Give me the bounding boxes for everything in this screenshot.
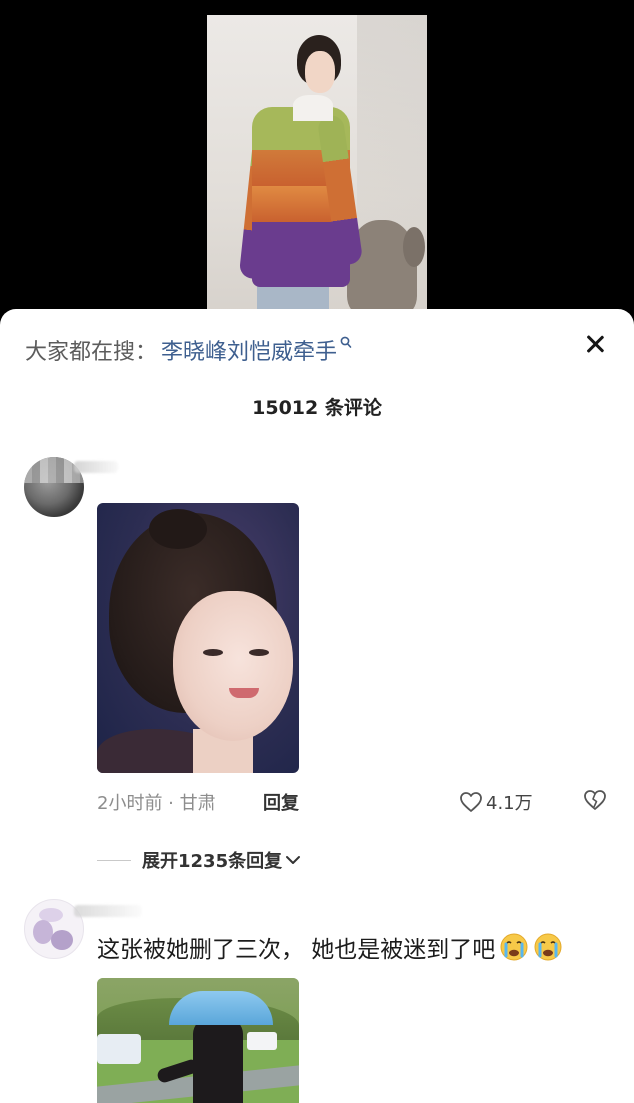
comment-meta: 2小时前 · 甘肃 回复 4.1万 xyxy=(97,789,617,815)
like-count: 4.1万 xyxy=(486,793,533,814)
eye xyxy=(203,649,223,656)
reply-button[interactable]: 回复 xyxy=(263,789,299,815)
avatar-decoration xyxy=(51,930,73,950)
close-icon[interactable] xyxy=(582,331,608,357)
umbrella xyxy=(169,991,273,1025)
search-icon[interactable] xyxy=(340,336,352,350)
comments-sheet: 大家都在搜： 李晓峰刘恺威牵手 15012 条评论 2小时前 · 甘肃 回复 4… xyxy=(0,309,634,1103)
hot-search-link[interactable]: 李晓峰刘恺威牵手 xyxy=(161,334,337,366)
crying-face-emoji-icon xyxy=(500,933,528,961)
comment-image[interactable] xyxy=(97,978,299,1103)
expand-replies[interactable]: 展开1235条回复 xyxy=(97,847,301,873)
avatar-decoration xyxy=(33,920,53,944)
chevron-down-icon[interactable] xyxy=(285,854,301,866)
face xyxy=(173,591,293,741)
heart-icon[interactable] xyxy=(459,791,483,813)
expand-replies-label[interactable]: 展开1235条回复 xyxy=(142,847,282,873)
video-frame[interactable] xyxy=(207,15,427,315)
person xyxy=(193,1018,243,1103)
plush-ear xyxy=(403,227,425,267)
comment-text: 这张被她删了三次， 她也是被迷到了吧 xyxy=(97,929,563,965)
blurred-username[interactable] xyxy=(74,905,142,917)
face xyxy=(305,51,335,93)
van xyxy=(97,1034,141,1064)
hot-search-bar: 大家都在搜： 李晓峰刘恺威牵手 xyxy=(25,335,352,365)
hot-search-label: 大家都在搜： xyxy=(25,340,158,365)
comment-image[interactable] xyxy=(97,503,299,773)
comment-body: 这张被她删了三次， 她也是被迷到了吧 xyxy=(97,937,496,963)
comment-time-location: 2小时前 · 甘肃 xyxy=(97,793,216,814)
eye xyxy=(249,649,269,656)
divider xyxy=(97,859,131,861)
video-player[interactable] xyxy=(0,0,634,330)
comment-count: 15012 条评论 xyxy=(252,397,382,419)
broken-heart-icon[interactable] xyxy=(583,789,607,811)
tent xyxy=(247,1032,277,1050)
blurred-username[interactable] xyxy=(74,461,118,473)
crying-face-emoji-icon xyxy=(534,933,562,961)
white-collar xyxy=(293,95,333,121)
hair-bun xyxy=(149,509,207,549)
like-button[interactable]: 4.1万 xyxy=(459,789,533,815)
